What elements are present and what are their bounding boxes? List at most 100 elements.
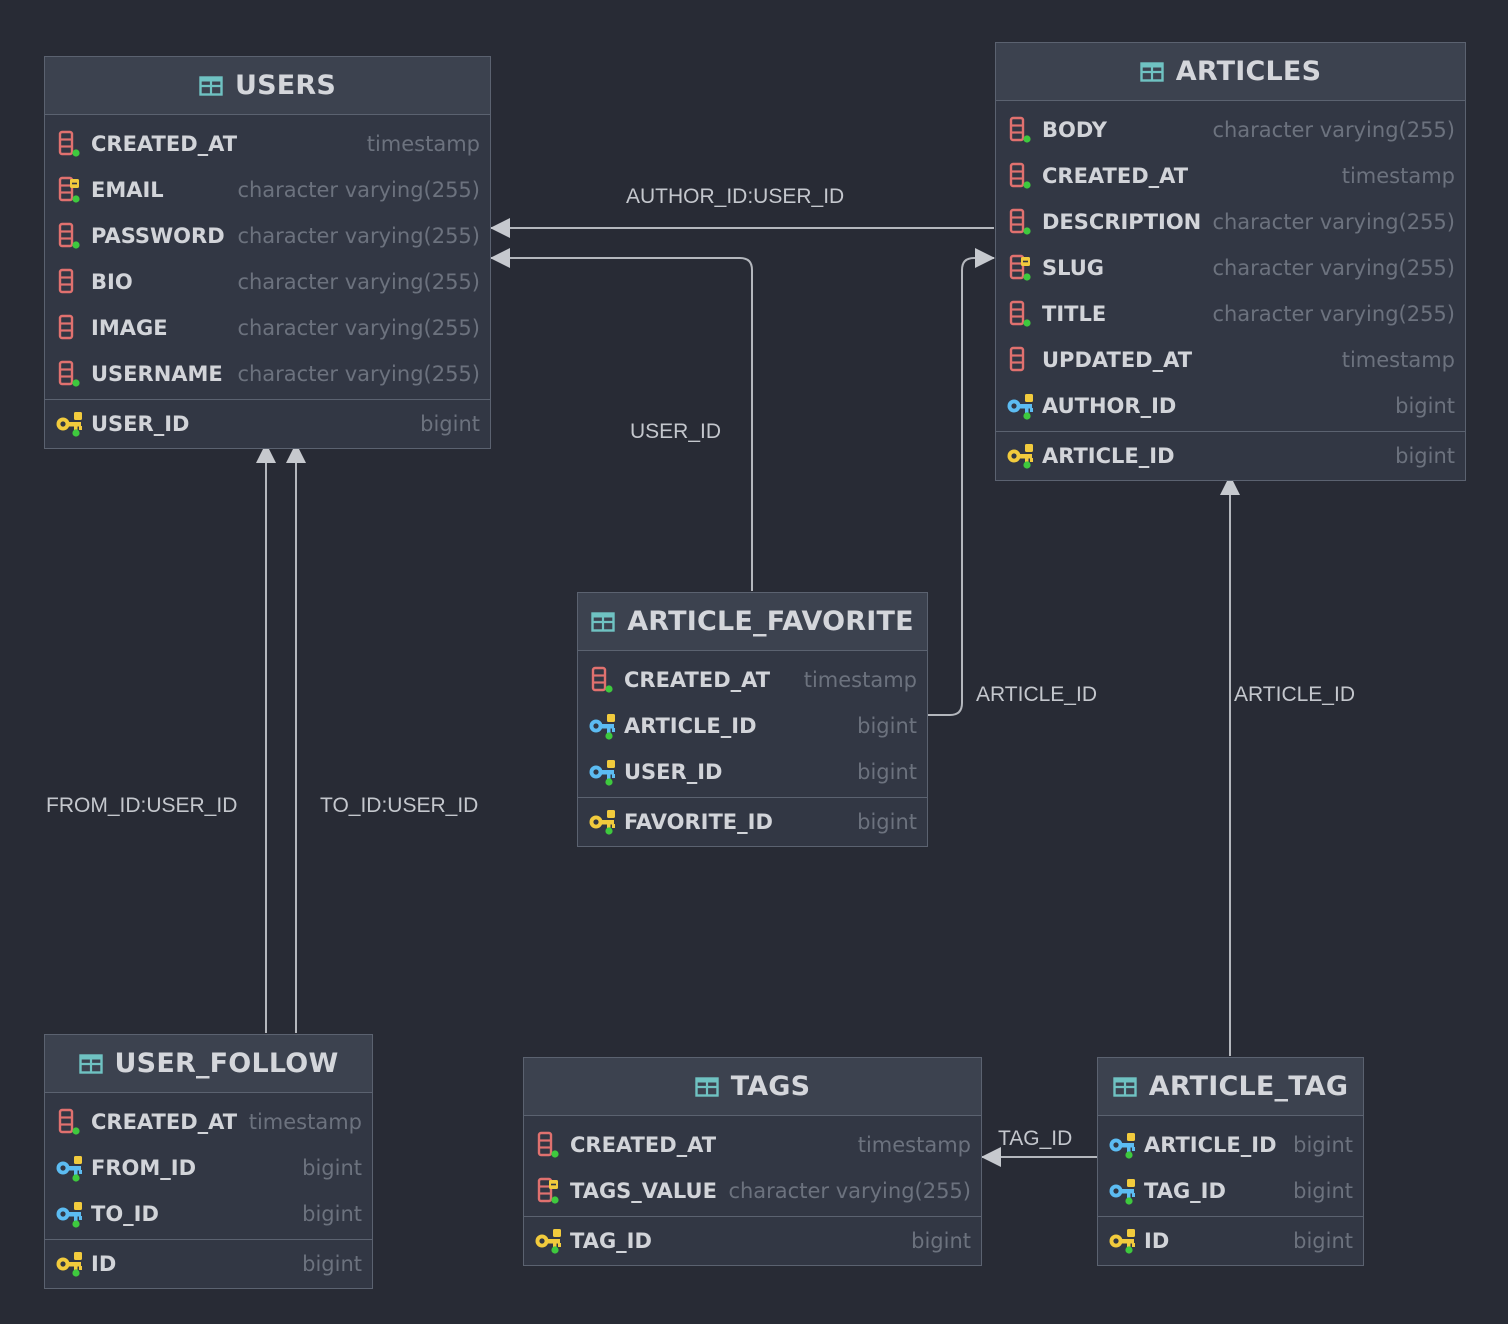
column-type: character varying(255): [728, 1179, 971, 1203]
column-row[interactable]: CREATED_AT timestamp: [578, 657, 927, 703]
column-row[interactable]: IMAGE character varying(255): [45, 305, 490, 351]
column-type: bigint: [857, 714, 917, 738]
column-list: CREATED_AT timestamp EMAIL character varyin…: [45, 115, 490, 399]
column-row[interactable]: USERNAME character varying(255): [45, 351, 490, 397]
foreign-key-icon: [56, 1156, 82, 1182]
column-row[interactable]: EMAIL character varying(255): [45, 167, 490, 213]
primary-key-icon: [589, 810, 615, 835]
relation-label-favorite-article: ARTICLE_ID: [976, 683, 1097, 706]
column-list: ARTICLE_ID bigint TAG_ID bigint: [1098, 1116, 1363, 1216]
column-name: CREATED_AT: [1042, 164, 1189, 188]
column-name: DESCRIPTION: [1042, 210, 1202, 234]
column-type: bigint: [1293, 1229, 1353, 1253]
table-title: ARTICLE_TAG: [1148, 1071, 1349, 1102]
column-row[interactable]: CREATED_AT timestamp: [524, 1122, 981, 1168]
table-title: ARTICLE_FAVORITE: [627, 606, 914, 637]
table-header[interactable]: ARTICLE_FAVORITE: [578, 593, 927, 651]
primary-key-row[interactable]: ID bigint: [1098, 1217, 1363, 1265]
column-name: ARTICLE_ID: [1042, 444, 1175, 468]
table-title: USERS: [234, 70, 337, 101]
primary-key-row[interactable]: FAVORITE_ID bigint: [578, 798, 927, 846]
unique-column-icon: [537, 1177, 559, 1204]
primary-key-row[interactable]: USER_ID bigint: [45, 400, 490, 448]
column-type: character varying(255): [237, 224, 480, 248]
table-header[interactable]: USERS: [45, 57, 490, 115]
column-list: BODY character varying(255) CREATED_AT time…: [996, 101, 1465, 431]
table-icon: [78, 1053, 103, 1074]
column-type: character varying(255): [1212, 210, 1455, 234]
column-type: bigint: [420, 412, 480, 436]
column-row[interactable]: PASSWORD character varying(255): [45, 213, 490, 259]
primary-key-icon: [535, 1229, 561, 1254]
column-row[interactable]: TO_ID bigint: [45, 1191, 372, 1237]
column-name: ID: [1144, 1229, 1170, 1253]
column-name: CREATED_AT: [91, 1110, 238, 1134]
column-icon: [58, 360, 80, 387]
foreign-key-icon: [589, 760, 615, 786]
primary-key-icon: [56, 412, 82, 437]
column-row[interactable]: UPDATED_AT timestamp: [996, 337, 1465, 383]
primary-key-row[interactable]: ARTICLE_ID bigint: [996, 432, 1465, 480]
column-name: BODY: [1042, 118, 1107, 142]
column-name: FROM_ID: [91, 1156, 197, 1180]
column-row[interactable]: SLUG character varying(255): [996, 245, 1465, 291]
relation-line-favorite-article: [928, 248, 995, 716]
column-row[interactable]: TAGS_VALUE character varying(255): [524, 1168, 981, 1214]
relation-label-tag-article: ARTICLE_ID: [1234, 683, 1355, 706]
table-user-follow[interactable]: USER_FOLLOW CREATED_AT timestamp FROM_ID big…: [44, 1034, 373, 1289]
table-header[interactable]: TAGS: [524, 1058, 981, 1116]
column-icon: [591, 666, 613, 693]
unique-column-icon: [58, 176, 80, 203]
relation-label-tag: TAG_ID: [998, 1127, 1073, 1150]
primary-key-section: TAG_ID bigint: [524, 1216, 981, 1265]
column-row[interactable]: USER_ID bigint: [578, 749, 927, 795]
table-header[interactable]: USER_FOLLOW: [45, 1035, 372, 1093]
table-articles[interactable]: ARTICLES BODY character varying(255) CREATE…: [995, 42, 1466, 481]
primary-key-section: ID bigint: [1098, 1216, 1363, 1265]
table-icon: [694, 1076, 719, 1097]
column-row[interactable]: FROM_ID bigint: [45, 1145, 372, 1191]
column-name: UPDATED_AT: [1042, 348, 1193, 372]
column-name: TAGS_VALUE: [570, 1179, 717, 1203]
table-users[interactable]: USERS CREATED_AT timestamp EMAIL character v…: [44, 56, 491, 449]
primary-key-icon: [1109, 1229, 1135, 1254]
column-row[interactable]: TAG_ID bigint: [1098, 1168, 1363, 1214]
column-type: character varying(255): [237, 316, 480, 340]
table-icon: [199, 75, 223, 96]
table-title: USER_FOLLOW: [114, 1048, 339, 1079]
column-type: timestamp: [1341, 348, 1455, 372]
column-row[interactable]: CREATED_AT timestamp: [996, 153, 1465, 199]
column-name: USER_ID: [91, 412, 190, 436]
column-row[interactable]: DESCRIPTION character varying(255): [996, 199, 1465, 245]
column-row[interactable]: CREATED_AT timestamp: [45, 1099, 372, 1145]
foreign-key-icon: [1109, 1179, 1135, 1205]
nullable-column-icon: [1009, 346, 1025, 372]
column-name: ARTICLE_ID: [624, 714, 757, 738]
column-row[interactable]: ARTICLE_ID bigint: [1098, 1122, 1363, 1168]
table-header[interactable]: ARTICLES: [996, 43, 1465, 101]
column-name: BIO: [91, 270, 133, 294]
primary-key-row[interactable]: ID bigint: [45, 1240, 372, 1288]
column-type: bigint: [1395, 444, 1455, 468]
foreign-key-icon: [1109, 1133, 1135, 1159]
column-type: bigint: [857, 760, 917, 784]
foreign-key-icon: [1007, 394, 1033, 420]
table-header[interactable]: ARTICLE_TAG: [1098, 1058, 1363, 1116]
relation-label-author: AUTHOR_ID:USER_ID: [626, 185, 845, 208]
column-row[interactable]: ARTICLE_ID bigint: [578, 703, 927, 749]
column-row[interactable]: CREATED_AT timestamp: [45, 121, 490, 167]
column-type: character varying(255): [1212, 118, 1455, 142]
table-article-tag[interactable]: ARTICLE_TAG ARTICLE_ID bigint TAG_ID bigint I…: [1097, 1057, 1364, 1266]
foreign-key-icon: [56, 1202, 82, 1228]
column-row[interactable]: BIO character varying(255): [45, 259, 490, 305]
column-row[interactable]: BODY character varying(255): [996, 107, 1465, 153]
column-list: CREATED_AT timestamp TAGS_VALUE character v…: [524, 1116, 981, 1216]
column-name: IMAGE: [91, 316, 168, 340]
table-tags[interactable]: TAGS CREATED_AT timestamp TAGS_VALUE charact…: [523, 1057, 982, 1266]
primary-key-row[interactable]: TAG_ID bigint: [524, 1217, 981, 1265]
table-article-favorite[interactable]: ARTICLE_FAVORITE CREATED_AT timestamp ARTIC…: [577, 592, 928, 847]
column-row[interactable]: TITLE character varying(255): [996, 291, 1465, 337]
column-name: SLUG: [1042, 256, 1105, 280]
column-name: CREATED_AT: [91, 132, 238, 156]
column-row[interactable]: AUTHOR_ID bigint: [996, 383, 1465, 429]
